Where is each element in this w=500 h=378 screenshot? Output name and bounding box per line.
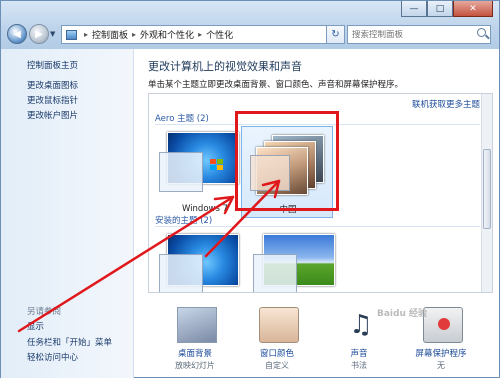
watermark: Baidu 经验 [377,309,428,319]
minimize-button[interactable]: — [401,1,427,17]
navigation-row: ◀ ▶ ▼ ▸ 控制面板 ▸ 外观和个性化 ▸ 个性化 ↻ [5,23,495,47]
search-box[interactable] [347,25,491,44]
back-arrow-icon: ◀ [13,28,21,40]
refresh-button[interactable]: ↻ [327,25,345,44]
title-bar: — □ ✕ ◀ ▶ ▼ ▸ 控制面板 ▸ 外观和个性化 ▸ 个性化 ↻ [1,1,499,49]
windows-logo-icon [210,159,224,171]
theme-list-scrollbar[interactable] [481,94,492,292]
tile-value: 无 [437,361,445,370]
get-more-themes-link[interactable]: 联机获取更多主题 [412,98,480,110]
breadcrumb-control-panel[interactable]: 控制面板 [92,28,128,41]
sidebar: 控制面板主页 更改桌面图标 更改鼠标指针 更改帐户图片 另请参阅 显示 任务栏和… [1,49,134,378]
sidebar-item-ease-of-access[interactable]: 轻松访问中心 [27,351,78,363]
close-button[interactable]: ✕ [453,1,493,17]
sidebar-item-desktop-icons[interactable]: 更改桌面图标 [27,79,78,91]
page-title: 更改计算机上的视觉效果和声音 [148,60,302,73]
installed-group-label: 安装的主题 (2) [155,216,213,226]
search-icon[interactable] [477,28,486,37]
aero-group-label: Aero 主题 (2) [155,114,209,124]
theme-basic-2[interactable] [241,230,335,292]
control-panel-icon [66,29,77,40]
breadcrumb-personalization[interactable]: 个性化 [206,28,233,41]
window-color-swatch [159,152,203,192]
sound-icon: ♫ [349,310,373,340]
tile-value: 自定义 [265,361,289,370]
forward-button[interactable]: ▶ [29,24,49,44]
sidebar-item-control-panel-home[interactable]: 控制面板主页 [27,59,78,71]
desktop-background-icon [177,307,217,343]
page-subtitle: 单击某个主题立即更改桌面背景、窗口颜色、声音和屏幕保护程序。 [148,80,404,90]
breadcrumb-separator: ▸ [198,30,203,39]
window-color-swatch [253,254,297,292]
address-bar[interactable]: ▸ 控制面板 ▸ 外观和个性化 ▸ 个性化 [61,25,327,44]
maximize-button[interactable]: □ [427,1,453,17]
history-dropdown-icon[interactable]: ▼ [50,30,55,38]
main-content: 更改计算机上的视觉效果和声音 单击某个主题立即更改桌面背景、窗口颜色、声音和屏幕… [135,49,500,378]
back-button[interactable]: ◀ [7,24,27,44]
tile-name[interactable]: 声音 [323,347,395,359]
theme-basic-1[interactable] [159,230,251,292]
forward-arrow-icon: ▶ [35,28,43,40]
tile-name[interactable]: 屏幕保护程序 [405,347,477,359]
annotation-highlight-box [235,111,339,211]
window-color-icon [259,307,299,343]
see-also-heading: 另请参阅 [27,307,62,317]
theme-settings-tiles: 桌面背景 放映幻灯片 窗口颜色 自定义 ♫ 声音 书法 屏幕保护程序 无 [135,297,500,378]
tile-name[interactable]: 桌面背景 [159,347,231,359]
sidebar-item-account-picture[interactable]: 更改帐户图片 [27,109,78,121]
window-color-swatch [159,254,203,292]
tile-value: 放映幻灯片 [175,361,215,370]
sidebar-item-display[interactable]: 显示 [27,320,44,332]
breadcrumb-appearance[interactable]: 外观和个性化 [140,28,194,41]
breadcrumb-separator: ▸ [132,30,137,39]
sidebar-item-mouse-pointers[interactable]: 更改鼠标指针 [27,94,78,106]
tile-value: 书法 [351,361,367,370]
personalization-window: — □ ✕ ◀ ▶ ▼ ▸ 控制面板 ▸ 外观和个性化 ▸ 个性化 ↻ 搜索控制… [0,0,500,378]
group-divider [155,226,480,227]
search-input[interactable] [352,29,472,40]
sidebar-item-taskbar[interactable]: 任务栏和「开始」菜单 [27,336,112,348]
window-controls: — □ ✕ [401,1,493,17]
tile-name[interactable]: 窗口颜色 [241,347,313,359]
screensaver-icon [423,307,463,343]
scrollbar-thumb[interactable] [483,149,491,229]
breadcrumb-separator: ▸ [84,30,89,39]
